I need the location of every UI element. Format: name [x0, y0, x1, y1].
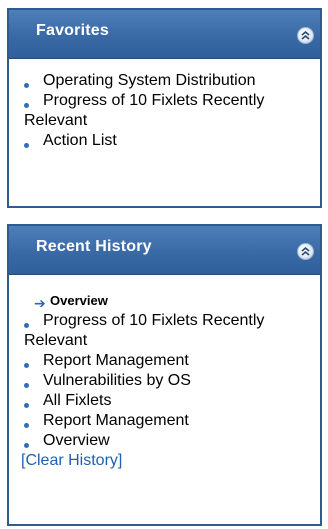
- chevron-double-up-icon: [301, 246, 310, 256]
- bullet-dot-icon: [24, 423, 29, 428]
- recent-history-list: ➔ Overview Progress of 10 Fixlets Recent…: [9, 275, 320, 471]
- chevron-double-up-icon: [301, 30, 310, 40]
- history-item[interactable]: Report Management: [12, 411, 312, 431]
- favorites-header: Favorites: [9, 10, 320, 59]
- favorites-item-label: Operating System Distribution: [43, 72, 256, 89]
- history-item-label: Report Management: [43, 352, 189, 369]
- favorites-item[interactable]: Action List: [12, 131, 312, 151]
- favorites-list: Operating System Distribution Progress o…: [9, 59, 320, 151]
- history-item-current[interactable]: ➔ Overview: [12, 291, 312, 311]
- favorites-item-label: Progress of 10 Fixlets Recently Relevant: [24, 92, 265, 129]
- right-arrow-icon: ➔: [34, 295, 46, 311]
- history-item-label: Progress of 10 Fixlets Recently Relevant: [24, 312, 265, 349]
- bullet-dot-icon: [24, 103, 29, 108]
- history-item-label: All Fixlets: [43, 392, 112, 409]
- recent-history-title: Recent History: [36, 238, 152, 255]
- clear-history-link[interactable]: [Clear History]: [21, 451, 312, 471]
- recent-history-header: Recent History: [9, 226, 320, 275]
- history-item-label: Overview: [43, 432, 110, 449]
- bullet-dot-icon: [24, 83, 29, 88]
- bullet-dot-icon: [24, 323, 29, 328]
- favorites-title: Favorites: [36, 22, 109, 39]
- bullet-dot-icon: [24, 363, 29, 368]
- history-item-label: Report Management: [43, 412, 189, 429]
- history-item-label: Vulnerabilities by OS: [43, 372, 191, 389]
- recent-history-panel: Recent History ➔ Overview Progress of 10…: [7, 224, 322, 526]
- history-item[interactable]: Progress of 10 Fixlets Recently Relevant: [12, 311, 312, 351]
- favorites-panel: Favorites Operating System Distribution …: [7, 8, 322, 208]
- recent-history-collapse-button[interactable]: [297, 243, 314, 260]
- favorites-item[interactable]: Progress of 10 Fixlets Recently Relevant: [12, 91, 312, 131]
- bullet-dot-icon: [24, 443, 29, 448]
- history-item-label: Overview: [50, 293, 108, 308]
- history-item[interactable]: Vulnerabilities by OS: [12, 371, 312, 391]
- bullet-dot-icon: [24, 403, 29, 408]
- favorites-item[interactable]: Operating System Distribution: [12, 71, 312, 91]
- favorites-item-label: Action List: [43, 132, 117, 149]
- history-item[interactable]: Report Management: [12, 351, 312, 371]
- history-item[interactable]: All Fixlets: [12, 391, 312, 411]
- history-item[interactable]: Overview: [12, 431, 312, 451]
- favorites-collapse-button[interactable]: [297, 27, 314, 44]
- bullet-dot-icon: [24, 383, 29, 388]
- bullet-dot-icon: [24, 143, 29, 148]
